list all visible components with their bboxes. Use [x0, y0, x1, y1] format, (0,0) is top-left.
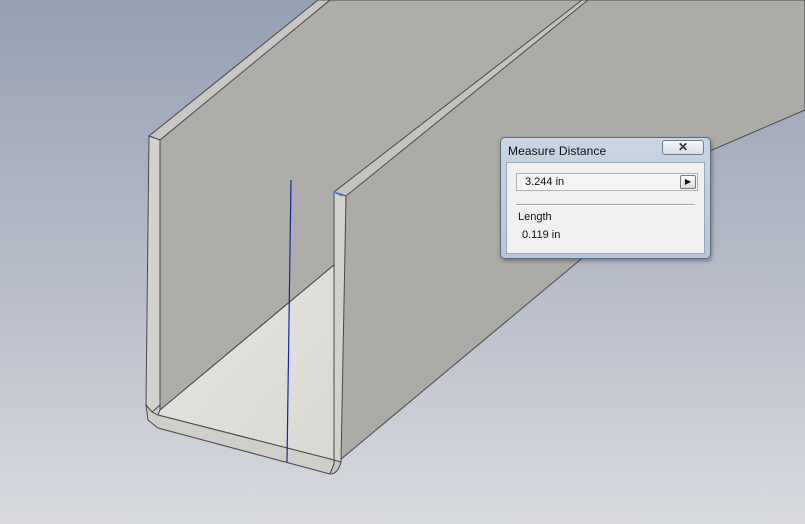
dialog-body: 3.244 in ▶ Length 0.119 in [506, 162, 705, 254]
expand-button[interactable]: ▶ [680, 175, 696, 189]
separator [516, 204, 695, 206]
cad-viewport[interactable] [0, 0, 805, 524]
left-wall-end-face [145, 135, 161, 413]
expand-arrow-icon: ▶ [684, 177, 692, 186]
length-label: Length [518, 211, 552, 223]
length-value: 0.119 in [522, 229, 561, 241]
distance-value: 3.244 in [525, 176, 565, 188]
distance-value-field[interactable]: 3.244 in ▶ [516, 173, 698, 191]
part-canvas[interactable] [0, 0, 805, 524]
dialog-title: Measure Distance [508, 144, 607, 158]
close-icon: ✕ [677, 140, 689, 154]
close-button[interactable]: ✕ [662, 140, 704, 155]
measure-distance-dialog[interactable]: Measure Distance ✕ 3.244 in ▶ Length 0.1… [500, 137, 711, 259]
